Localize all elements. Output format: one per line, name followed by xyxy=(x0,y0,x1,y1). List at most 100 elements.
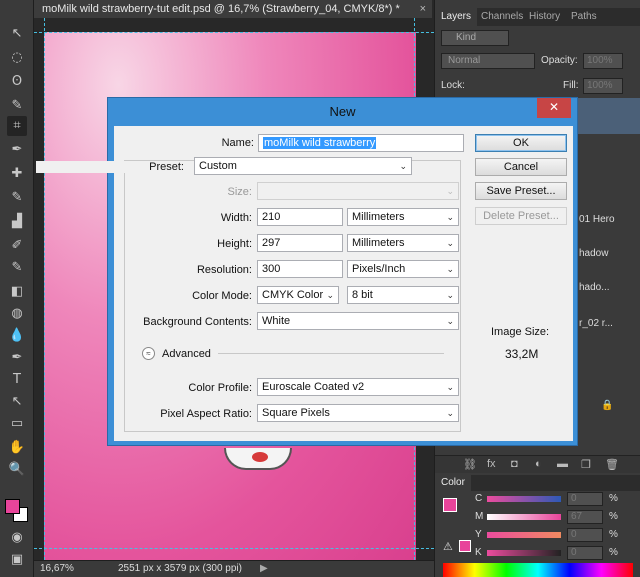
new-layer-icon[interactable]: ❐ xyxy=(581,458,591,471)
adjustment-layer-icon[interactable]: ◐ xyxy=(535,458,542,470)
layer-name[interactable]: r_02 r... xyxy=(579,318,613,329)
add-mask-icon[interactable]: ◘ xyxy=(511,458,518,470)
status-menu-arrow-icon[interactable]: ▶ xyxy=(260,561,268,577)
width-label: Width: xyxy=(220,212,252,224)
tab-history[interactable]: History xyxy=(523,8,566,26)
zoom-level[interactable]: 16,67% xyxy=(40,561,74,577)
tab-channels[interactable]: Channels xyxy=(475,8,529,26)
layer-filter-kind[interactable]: Kind xyxy=(441,30,509,46)
eyedropper-tool-icon[interactable]: ✒ xyxy=(7,140,27,160)
channel-m-label: M xyxy=(475,511,484,522)
move-tool-icon[interactable]: ↖ xyxy=(7,24,27,44)
quick-select-tool-icon[interactable]: ✎ xyxy=(7,96,27,116)
color-panel-foreground-swatch[interactable] xyxy=(443,498,457,512)
layers-panel-tabs: Layers Channels History Paths xyxy=(435,8,640,26)
color-profile-select[interactable]: Euroscale Coated v2 ⌄ xyxy=(257,378,459,396)
healing-brush-tool-icon[interactable]: ✚ xyxy=(7,164,27,184)
opacity-input[interactable]: 100% xyxy=(583,53,623,69)
channel-k-label: K xyxy=(475,547,482,558)
type-tool-icon[interactable]: T xyxy=(7,370,27,390)
link-layers-icon[interactable]: ⛓ xyxy=(463,458,477,471)
chevron-down-icon: ⌄ xyxy=(326,290,334,300)
name-input[interactable]: moMilk wild strawberry xyxy=(258,134,464,152)
width-unit-select[interactable]: Millimeters ⌄ xyxy=(347,208,459,226)
gamut-swatch[interactable] xyxy=(459,540,471,552)
preset-select[interactable]: Custom ⌄ xyxy=(194,157,412,175)
bit-depth-select[interactable]: 8 bit ⌄ xyxy=(347,286,459,304)
lasso-tool-icon[interactable]: ʘ xyxy=(7,72,27,92)
channel-k-input[interactable]: 0 xyxy=(567,546,603,560)
dialog-title: New xyxy=(329,104,356,119)
channel-c-slider[interactable] xyxy=(487,496,561,502)
tab-color[interactable]: Color xyxy=(435,475,471,491)
screen-mode-icon[interactable]: ▣ xyxy=(7,550,27,570)
height-unit-value: Millimeters xyxy=(352,237,405,249)
channel-m-input[interactable]: 67 xyxy=(567,510,603,524)
size-select[interactable]: ⌄ xyxy=(257,182,459,200)
channel-k-slider[interactable] xyxy=(487,550,561,556)
fill-input[interactable]: 100% xyxy=(583,78,623,94)
clone-stamp-tool-icon[interactable]: ▟ xyxy=(7,212,27,232)
color-spectrum-bar[interactable] xyxy=(443,563,633,577)
channel-y-input[interactable]: 0 xyxy=(567,528,603,542)
shape-tool-icon[interactable]: ▭ xyxy=(7,414,27,434)
chevron-down-icon: ⌄ xyxy=(446,290,454,300)
dialog-close-button[interactable]: ✕ xyxy=(537,98,571,118)
color-profile-label: Color Profile: xyxy=(188,382,252,394)
preset-label: Preset: xyxy=(36,161,186,173)
document-tab-title: moMilk wild strawberry-tut edit.psd @ 16… xyxy=(42,3,400,15)
background-contents-select[interactable]: White ⌄ xyxy=(257,312,459,330)
selected-layer-row[interactable] xyxy=(575,98,640,134)
fx-icon[interactable]: fx xyxy=(487,458,496,470)
channel-k-pct: % xyxy=(609,547,618,558)
ok-button[interactable]: OK xyxy=(475,134,567,152)
delete-preset-button[interactable]: Delete Preset... xyxy=(475,207,567,225)
eraser-tool-icon[interactable]: ✎ xyxy=(7,258,27,278)
path-selection-tool-icon[interactable]: ↖ xyxy=(7,392,27,412)
layer-name[interactable]: hado... xyxy=(579,282,610,293)
advanced-label[interactable]: Advanced xyxy=(162,348,211,360)
height-unit-select[interactable]: Millimeters ⌄ xyxy=(347,234,459,252)
color-mode-select[interactable]: CMYK Color ⌄ xyxy=(257,286,339,304)
close-document-icon[interactable]: × xyxy=(420,0,426,18)
resolution-unit-value: Pixels/Inch xyxy=(352,263,406,275)
document-tab[interactable]: moMilk wild strawberry-tut edit.psd @ 16… xyxy=(34,0,432,18)
hand-tool-icon[interactable]: ✋ xyxy=(7,438,27,458)
new-group-icon[interactable]: ▬ xyxy=(557,458,568,470)
width-input[interactable]: 210 xyxy=(257,208,343,226)
blend-mode-select[interactable]: Normal xyxy=(441,53,535,69)
save-preset-button[interactable]: Save Preset... xyxy=(475,182,567,200)
trash-icon[interactable]: 🗑 xyxy=(605,458,619,471)
gradient-tool-icon[interactable]: ◧ xyxy=(7,282,27,302)
image-size-label: Image Size: xyxy=(491,326,550,338)
width-unit-value: Millimeters xyxy=(352,211,405,223)
foreground-color-swatch[interactable] xyxy=(5,499,20,514)
resolution-input[interactable]: 300 xyxy=(257,260,343,278)
crop-tool-icon[interactable]: ⌗ xyxy=(7,116,27,136)
pen-tool-icon[interactable]: ✒ xyxy=(7,348,27,368)
channel-y-slider[interactable] xyxy=(487,532,561,538)
dodge-tool-icon[interactable]: 💧 xyxy=(7,326,27,346)
height-input[interactable]: 297 xyxy=(257,234,343,252)
layer-name[interactable]: 01 Hero xyxy=(579,214,615,225)
tab-layers[interactable]: Layers xyxy=(435,8,478,26)
pixel-aspect-select[interactable]: Square Pixels ⌄ xyxy=(257,404,459,422)
quick-mask-icon[interactable]: ◉ xyxy=(7,528,27,548)
advanced-toggle-icon[interactable]: ≈ xyxy=(142,347,155,360)
blur-tool-icon[interactable]: ◍ xyxy=(7,304,27,324)
bit-depth-value: 8 bit xyxy=(352,289,373,301)
lock-label: Lock: xyxy=(441,80,465,91)
channel-c-input[interactable]: 0 xyxy=(567,492,603,506)
zoom-tool-icon[interactable]: 🔍 xyxy=(7,460,27,480)
marquee-tool-icon[interactable]: ◌ xyxy=(7,48,27,68)
warning-icon: ⚠ xyxy=(443,541,453,553)
tab-paths[interactable]: Paths xyxy=(565,8,603,26)
size-label: Size: xyxy=(227,186,252,198)
brush-tool-icon[interactable]: ✎ xyxy=(7,188,27,208)
channel-m-slider[interactable] xyxy=(487,514,561,520)
channel-y-pct: % xyxy=(609,529,618,540)
cancel-button[interactable]: Cancel xyxy=(475,158,567,176)
resolution-unit-select[interactable]: Pixels/Inch ⌄ xyxy=(347,260,459,278)
history-brush-tool-icon[interactable]: ✐ xyxy=(7,236,27,256)
layer-name[interactable]: hadow xyxy=(579,248,608,259)
